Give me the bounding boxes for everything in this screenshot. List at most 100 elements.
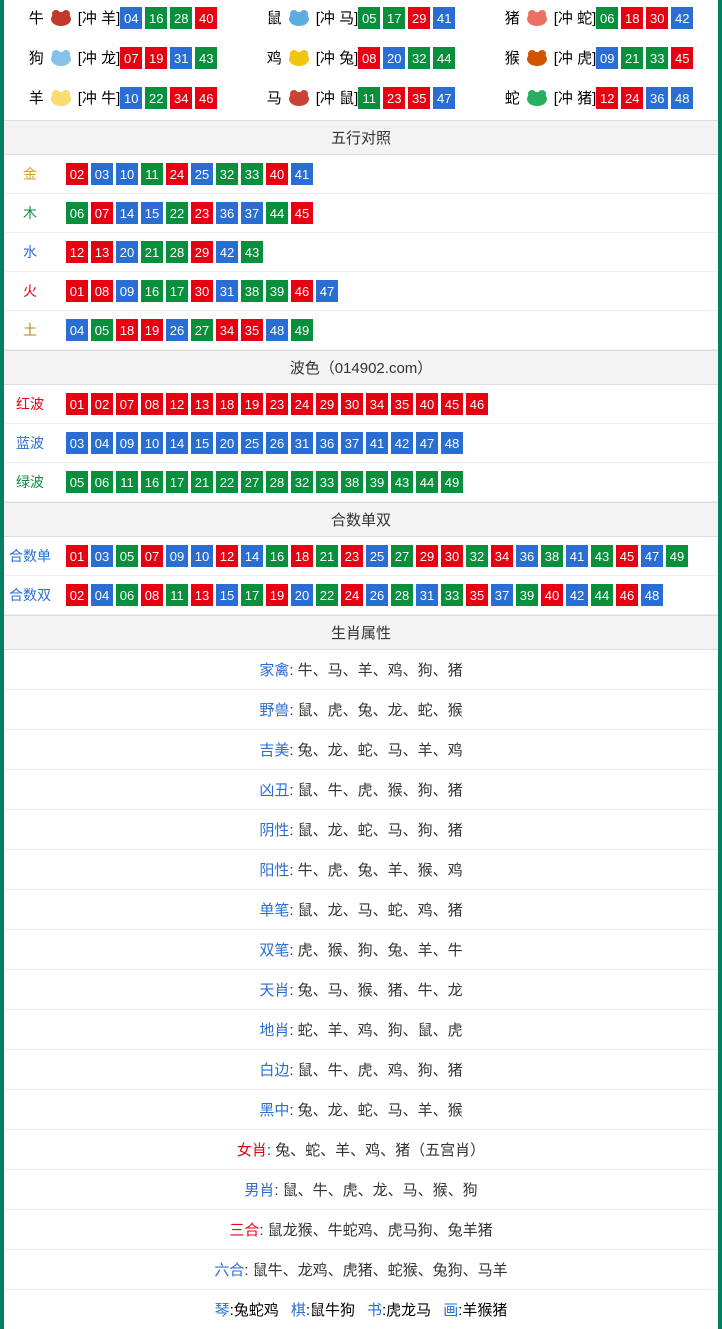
attr-label: 野兽 xyxy=(259,702,289,719)
zodiac-icon xyxy=(522,6,552,28)
zodiac-chong: [冲 兔] xyxy=(316,47,359,68)
zodiac-cell: 猪[冲 蛇]06183042 xyxy=(480,0,718,40)
attr-value: : 牛、虎、兔、羊、猴、鸡 xyxy=(289,862,462,879)
zodiac-name: 鸡 xyxy=(267,47,282,68)
table-row: 金02031011242532334041 xyxy=(4,155,718,194)
number-ball: 28 xyxy=(170,7,192,29)
number-ball: 29 xyxy=(316,393,338,415)
zodiac-numbers: 12243648 xyxy=(596,87,693,109)
attr-row: 地肖: 蛇、羊、鸡、狗、鼠、虎 xyxy=(4,1010,718,1050)
table-row: 蓝波03040910141520252631363741424748 xyxy=(4,424,718,463)
number-ball: 40 xyxy=(195,7,217,29)
number-ball: 45 xyxy=(441,393,463,415)
number-ball: 32 xyxy=(408,47,430,69)
attr-label: 三合 xyxy=(229,1222,259,1239)
number-ball: 14 xyxy=(116,202,138,224)
zodiac-chong: [冲 鼠] xyxy=(316,87,359,108)
attr-label: 女肖 xyxy=(237,1142,267,1159)
number-ball: 45 xyxy=(671,47,693,69)
number-ball: 12 xyxy=(66,241,88,263)
zodiac-icon xyxy=(284,6,314,28)
attr-label: 六合 xyxy=(214,1262,244,1279)
number-ball: 11 xyxy=(358,87,380,109)
zodiac-name: 羊 xyxy=(29,87,44,108)
number-ball: 48 xyxy=(671,87,693,109)
number-ball: 30 xyxy=(191,280,213,302)
number-ball: 23 xyxy=(266,393,288,415)
attr-value: : 兔、龙、蛇、马、羊、鸡 xyxy=(289,742,462,759)
row-content: 0204060811131517192022242628313335373940… xyxy=(56,576,718,615)
number-ball: 21 xyxy=(141,241,163,263)
number-ball: 45 xyxy=(616,545,638,567)
attrs-list: 家禽: 牛、马、羊、鸡、狗、猪野兽: 鼠、虎、兔、龙、蛇、猴吉美: 兔、龙、蛇、… xyxy=(4,650,718,1290)
table-row: 绿波05061116172122272832333839434449 xyxy=(4,463,718,502)
main-container: 牛[冲 羊]04162840鼠[冲 马]05172941猪[冲 蛇]061830… xyxy=(0,0,722,1329)
number-ball: 26 xyxy=(366,584,388,606)
number-ball: 09 xyxy=(166,545,188,567)
attr-label: 家禽 xyxy=(259,662,289,679)
zodiac-name: 鼠 xyxy=(267,7,282,28)
number-ball: 23 xyxy=(341,545,363,567)
attr-row: 六合: 鼠牛、龙鸡、虎猪、蛇猴、兔狗、马羊 xyxy=(4,1250,718,1290)
number-ball: 34 xyxy=(491,545,513,567)
four-item: 画:羊猴猪 xyxy=(443,1299,507,1320)
attr-row: 家禽: 牛、马、羊、鸡、狗、猪 xyxy=(4,650,718,690)
attr-label: 天肖 xyxy=(259,982,289,999)
number-ball: 44 xyxy=(591,584,613,606)
attr-value: : 虎、猴、狗、兔、羊、牛 xyxy=(289,942,462,959)
number-ball: 33 xyxy=(646,47,668,69)
attr-row: 白边: 鼠、牛、虎、鸡、狗、猪 xyxy=(4,1050,718,1090)
number-ball: 37 xyxy=(241,202,263,224)
row-label: 水 xyxy=(4,233,56,272)
bose-table: 红波0102070812131819232429303435404546蓝波03… xyxy=(4,385,718,502)
number-ball: 18 xyxy=(116,319,138,341)
number-ball: 17 xyxy=(383,7,405,29)
number-ball: 16 xyxy=(141,280,163,302)
number-ball: 49 xyxy=(441,471,463,493)
zodiac-numbers: 06183042 xyxy=(596,7,693,29)
number-ball: 47 xyxy=(433,87,455,109)
zodiac-cell: 狗[冲 龙]07193143 xyxy=(4,40,242,80)
number-ball: 03 xyxy=(91,545,113,567)
number-ball: 44 xyxy=(433,47,455,69)
row-label: 火 xyxy=(4,272,56,311)
attr-label: 白边 xyxy=(259,1062,289,1079)
row-label: 红波 xyxy=(4,385,56,424)
attr-row: 阳性: 牛、虎、兔、羊、猴、鸡 xyxy=(4,850,718,890)
number-ball: 15 xyxy=(216,584,238,606)
number-ball: 05 xyxy=(358,7,380,29)
zodiac-chong: [冲 猪] xyxy=(554,87,597,108)
four-label: 书 xyxy=(367,1302,382,1319)
number-ball: 07 xyxy=(91,202,113,224)
attr-value: : 鼠、龙、马、蛇、鸡、猪 xyxy=(289,902,462,919)
number-ball: 41 xyxy=(366,432,388,454)
zodiac-chong: [冲 马] xyxy=(316,7,359,28)
number-ball: 06 xyxy=(596,7,618,29)
number-ball: 01 xyxy=(66,280,88,302)
number-ball: 28 xyxy=(266,471,288,493)
number-ball: 08 xyxy=(358,47,380,69)
attr-row: 凶丑: 鼠、牛、虎、猴、狗、猪 xyxy=(4,770,718,810)
zodiac-name: 蛇 xyxy=(505,87,520,108)
attr-value: : 兔、龙、蛇、马、羊、猴 xyxy=(289,1102,462,1119)
number-ball: 12 xyxy=(216,545,238,567)
number-ball: 39 xyxy=(516,584,538,606)
number-ball: 29 xyxy=(408,7,430,29)
number-ball: 30 xyxy=(441,545,463,567)
four-label: 棋 xyxy=(291,1302,306,1319)
attr-value: : 鼠、牛、虎、龙、马、猴、狗 xyxy=(274,1182,477,1199)
shuxing-header: 生肖属性 xyxy=(4,615,718,650)
zodiac-numbers: 07193143 xyxy=(120,47,217,69)
attr-label: 吉美 xyxy=(259,742,289,759)
number-ball: 38 xyxy=(341,471,363,493)
number-ball: 02 xyxy=(91,393,113,415)
number-ball: 20 xyxy=(291,584,313,606)
number-ball: 09 xyxy=(596,47,618,69)
four-item: 琴:兔蛇鸡 xyxy=(215,1299,279,1320)
attr-row: 黑中: 兔、龙、蛇、马、羊、猴 xyxy=(4,1090,718,1130)
number-ball: 40 xyxy=(541,584,563,606)
number-ball: 08 xyxy=(141,393,163,415)
number-ball: 22 xyxy=(166,202,188,224)
number-ball: 38 xyxy=(541,545,563,567)
four-value: :羊猴猪 xyxy=(458,1302,507,1319)
